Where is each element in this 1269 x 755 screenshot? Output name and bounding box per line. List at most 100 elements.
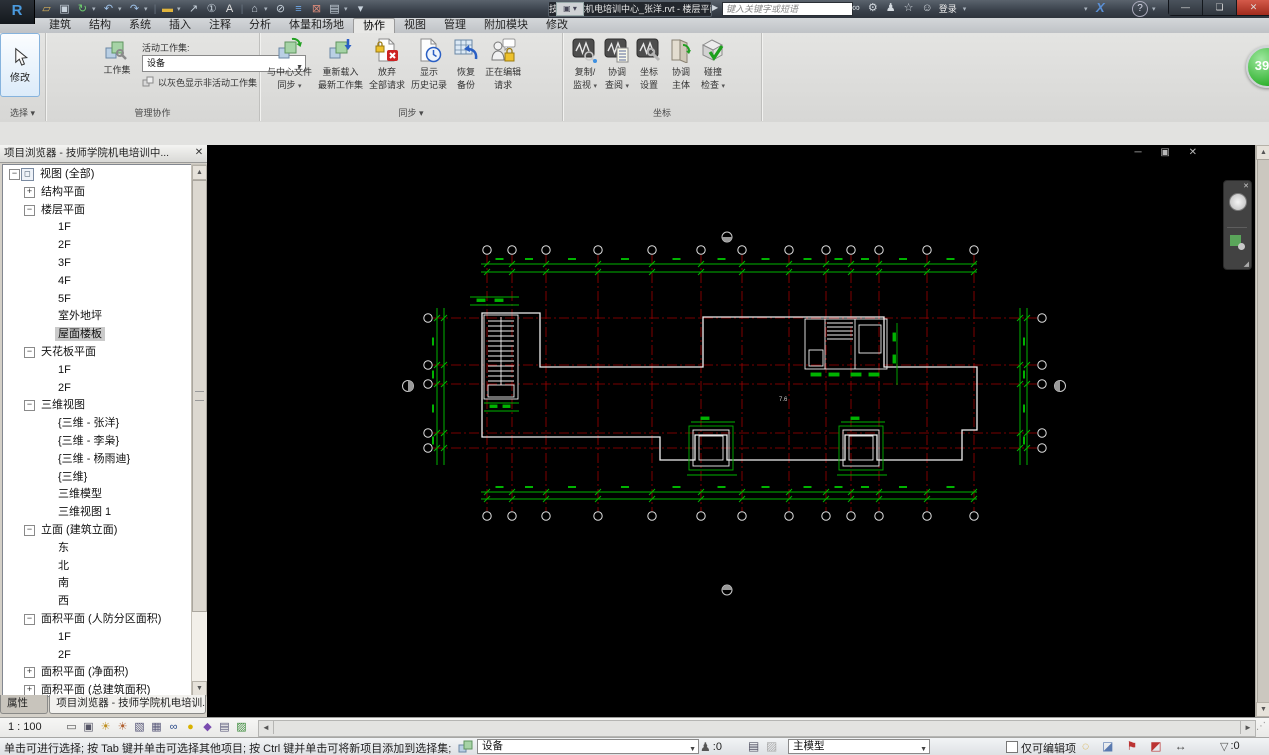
steering-wheel-icon[interactable] — [1229, 193, 1247, 211]
save-icon[interactable]: ▣ — [56, 2, 73, 17]
restore-button[interactable]: ❏ — [1203, 0, 1237, 15]
tree-item[interactable]: 北 — [3, 557, 191, 575]
scrollbar-thumb[interactable] — [192, 180, 207, 612]
close-button[interactable]: ✕ — [1237, 0, 1269, 15]
ribbon-tab-附加模块[interactable]: 附加模块 — [475, 18, 537, 33]
scroll-up-icon[interactable]: ▲ — [1256, 145, 1269, 160]
close-icon[interactable]: ✕ — [192, 146, 206, 160]
infocenter-search-input[interactable]: 键入关键字或短语 — [722, 2, 853, 16]
panel-label-select[interactable]: 选择 ▾ — [0, 106, 45, 119]
tree-item[interactable]: 3F — [3, 254, 191, 272]
tree-item[interactable]: − 天花板平面 — [3, 343, 191, 361]
analytical-model-icon[interactable]: ▨ — [234, 720, 249, 735]
tree-item[interactable]: {三维} — [3, 468, 191, 486]
design-options-dropdown[interactable]: 主模型 ▼ — [788, 739, 930, 754]
resize-grip[interactable]: ⋰ — [1256, 721, 1266, 732]
ribbon-tab-体量和场地[interactable]: 体量和场地 — [280, 18, 353, 33]
restore-backup-button[interactable]: 恢复 备份 — [450, 35, 482, 91]
tree-item[interactable]: − 立面 (建筑立面) — [3, 521, 191, 539]
switch-windows-icon[interactable]: ▤ — [326, 2, 343, 17]
ribbon-tab-视图[interactable]: 视图 — [395, 18, 435, 33]
tree-item[interactable]: 5F — [3, 290, 191, 308]
dropdown-arrow-icon[interactable]: ▼ — [920, 743, 927, 755]
tree-item[interactable]: − 面积平面 (人防分区面积) — [3, 610, 191, 628]
aligned-dimension-icon[interactable]: ↗ — [185, 2, 202, 17]
view-scale[interactable]: 1 : 100 — [8, 721, 42, 733]
collapse-icon[interactable]: − — [24, 400, 35, 412]
select-elements-by-face-icon[interactable]: ◩ — [1150, 739, 1161, 753]
temporary-view-properties-icon[interactable]: ▤ — [217, 720, 232, 735]
tree-item[interactable]: + 面积平面 (净面积) — [3, 663, 191, 681]
history-button[interactable]: 显示 历史记录 — [408, 35, 450, 91]
tree-item[interactable]: 南 — [3, 574, 191, 592]
worksharing-display-icon[interactable]: ◆ — [200, 720, 215, 735]
tab-properties[interactable]: 属性 — [0, 695, 49, 714]
tree-item-label[interactable]: 2F — [55, 381, 74, 395]
sign-in-label[interactable]: 登录 — [939, 2, 957, 15]
navbar-options-icon[interactable]: ◢ — [1244, 260, 1249, 268]
visual-style-icon[interactable]: ▣ — [81, 720, 96, 735]
dropdown-arrow-icon[interactable]: ▾ — [177, 2, 184, 17]
ribbon-tab-插入[interactable]: 插入 — [160, 18, 200, 33]
detail-level-icon[interactable]: ▭ — [64, 720, 79, 735]
help-dropdown-icon[interactable]: ▾ — [1152, 5, 1156, 13]
selection-filter[interactable]: ▽ :0 — [1220, 740, 1240, 753]
sign-in-dropdown-icon[interactable]: ▾ — [963, 5, 967, 13]
tree-item-label[interactable]: 1F — [55, 630, 74, 644]
thin-lines-icon[interactable]: ≡ — [290, 2, 307, 17]
help-icon[interactable]: ? — [1132, 1, 1148, 17]
relinquish-button[interactable]: 放弃 全部请求 — [366, 35, 408, 91]
horizontal-scrollbar[interactable]: ◄ ► — [258, 720, 1256, 737]
tree-item[interactable]: 4F — [3, 272, 191, 290]
tree-item[interactable]: 2F — [3, 236, 191, 254]
exchange-apps-icon[interactable]: X — [1096, 0, 1105, 15]
tree-item[interactable]: 2F — [3, 646, 191, 664]
view-window-controls[interactable]: ─ ▣ ✕ — [1135, 147, 1205, 158]
interference-check-button[interactable]: 碰撞 检查 ▾ — [697, 35, 729, 91]
dropdown-arrow-icon[interactable]: ▼ — [689, 743, 696, 755]
tree-item-label[interactable]: 西 — [55, 594, 72, 608]
dropdown-arrow-icon[interactable]: ▾ — [722, 83, 726, 90]
tree-item-label[interactable]: 3F — [55, 256, 74, 270]
tree-item[interactable]: {三维 - 李枭} — [3, 432, 191, 450]
close-icon[interactable]: ✕ — [1243, 182, 1249, 190]
tree-item-label[interactable]: 屋面楼板 — [55, 327, 105, 342]
collapse-icon[interactable]: − — [24, 204, 35, 216]
customize-qat-icon[interactable]: ▾ — [352, 2, 369, 17]
project-browser-scrollbar[interactable]: ▲ ▼ — [191, 164, 208, 697]
tree-item-label[interactable]: 1F — [55, 220, 74, 234]
tree-item-label[interactable]: 2F — [55, 238, 74, 252]
collapse-icon[interactable]: − — [24, 346, 35, 358]
tree-item[interactable]: {三维 - 杨雨迪} — [3, 450, 191, 468]
ribbon-tab-协作[interactable]: 协作 — [353, 18, 395, 33]
tree-item-label[interactable]: 东 — [55, 541, 72, 555]
coordination-settings-button[interactable]: 坐标 设置 — [633, 35, 665, 91]
ribbon-display-toggle[interactable]: ▣ ▾ — [556, 2, 584, 16]
communication-center-icon[interactable]: ♟ — [886, 1, 896, 16]
tag-icon[interactable]: ① — [203, 2, 220, 17]
tab-project-browser[interactable]: 项目浏览器 - 技师学院机电培训... — [49, 695, 206, 714]
dropdown-arrow-icon[interactable]: ▾ — [264, 2, 271, 17]
scrollbar-thumb[interactable] — [1257, 159, 1269, 703]
expand-icon[interactable]: + — [24, 186, 35, 198]
ribbon-tab-建筑[interactable]: 建筑 — [40, 18, 80, 33]
scroll-down-icon[interactable]: ▼ — [1256, 702, 1269, 717]
expand-icon[interactable]: + — [24, 667, 35, 679]
tree-item-label[interactable]: {三维} — [55, 470, 90, 484]
tree-item[interactable]: 东 — [3, 539, 191, 557]
tree-item[interactable]: 三维视图 1 — [3, 503, 191, 521]
infocenter-options-dropdown-icon[interactable]: ▾ — [1084, 5, 1088, 13]
project-browser-title[interactable]: 项目浏览器 - 技师学院机电培训中... — [0, 145, 210, 163]
tree-item-label[interactable]: 5F — [55, 292, 74, 306]
temporary-hide-isolate-icon[interactable]: ∞ — [166, 720, 181, 735]
tree-item-label[interactable]: 视图 (全部) — [37, 167, 97, 181]
tree-item[interactable]: 室外地坪 — [3, 307, 191, 325]
select-underlay-elements-icon[interactable]: ◪ — [1102, 739, 1113, 753]
shadows-icon[interactable]: ☀ — [115, 720, 130, 735]
dropdown-arrow-icon[interactable]: ▾ — [626, 83, 630, 90]
tree-item[interactable]: − ◻ 视图 (全部) — [3, 165, 191, 183]
drawing-area[interactable]: 7.6 ─ ▣ ✕ ✕ ◢ — [207, 145, 1255, 717]
tree-item[interactable]: − 楼层平面 — [3, 201, 191, 219]
ribbon-tab-结构[interactable]: 结构 — [80, 18, 120, 33]
open-icon[interactable]: ▱ — [38, 2, 55, 17]
